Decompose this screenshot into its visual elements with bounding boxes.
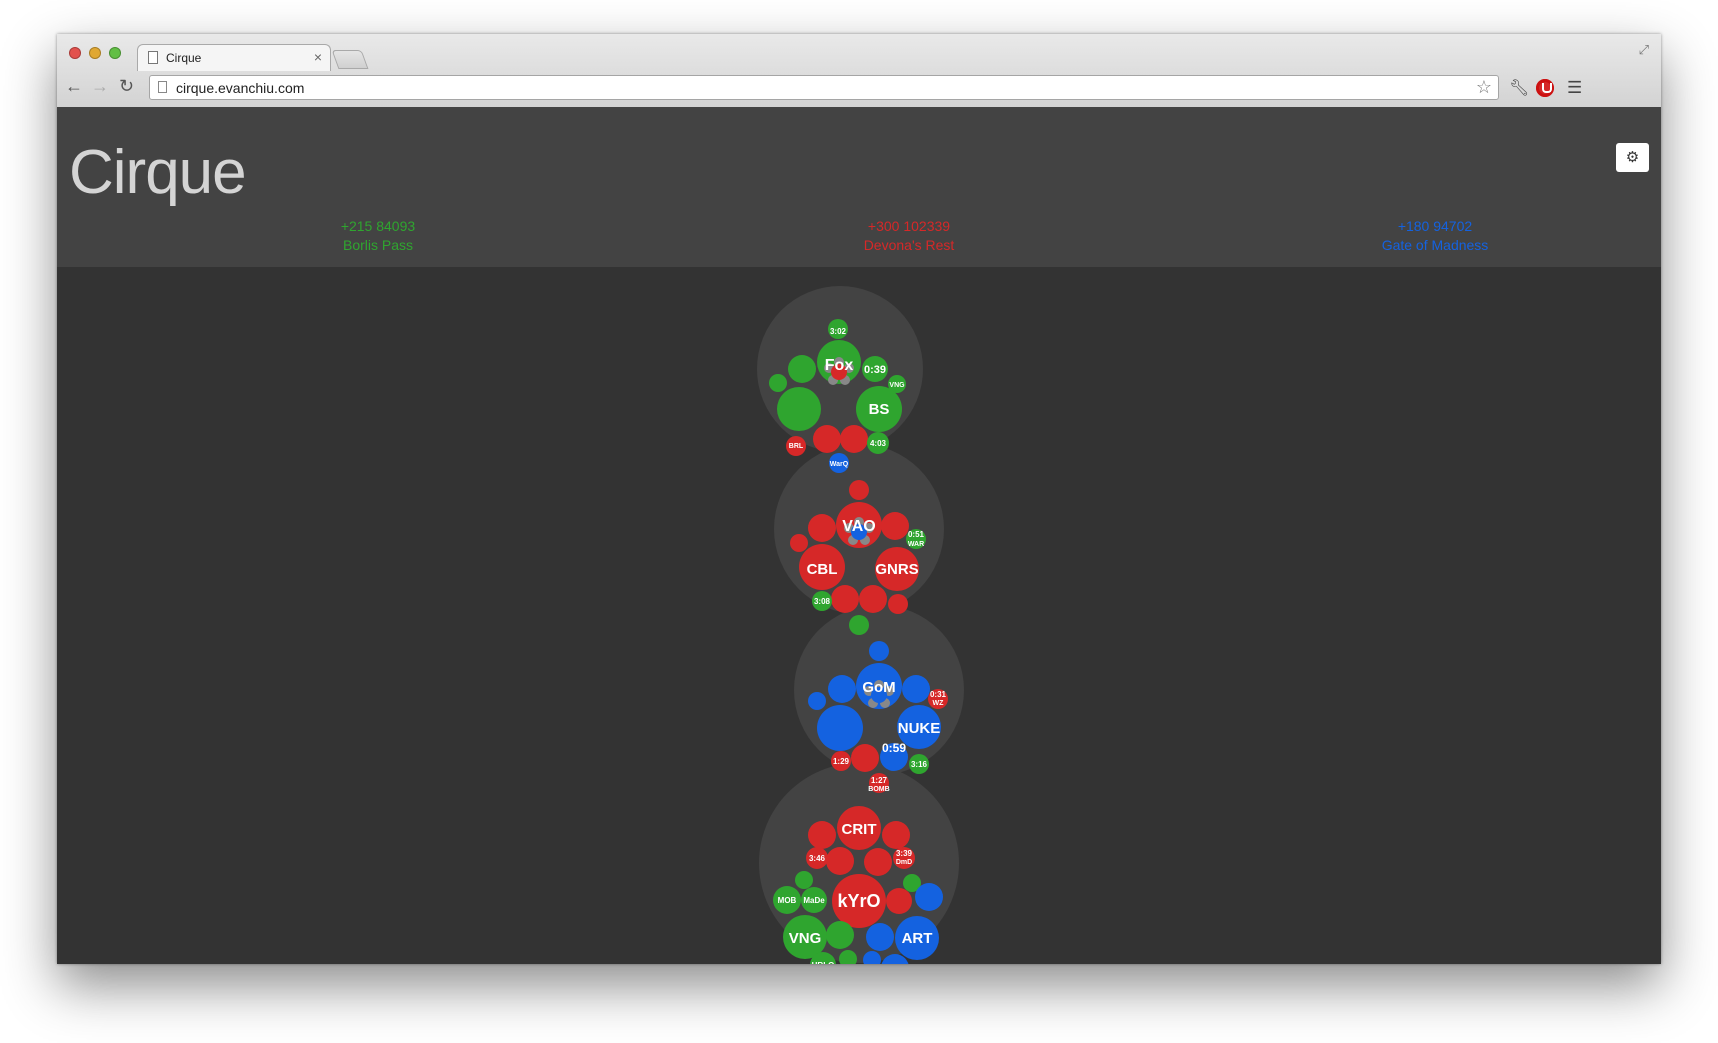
objective-label: GoM: [862, 679, 895, 696]
browser-tab[interactable]: Cirque ×: [137, 44, 331, 71]
objective-circle: [769, 374, 787, 392]
objective-circle: [826, 847, 854, 875]
objective-circle: [840, 425, 868, 453]
back-arrow-icon[interactable]: ←: [65, 76, 83, 97]
browser-chrome: Cirque × ⤢ ← → ↻ cirque.evanchiu.com ☆ 🔧…: [57, 34, 1661, 108]
objective-label: MOB: [778, 896, 797, 905]
tab-title: Cirque: [166, 51, 202, 65]
page-icon: [148, 51, 158, 64]
url-text[interactable]: cirque.evanchiu.com: [176, 80, 304, 96]
close-tab-icon[interactable]: ×: [314, 49, 322, 65]
objective-label: WAR: [908, 541, 924, 548]
page-content: Cirque ⚙ +215 84093 Borlis Pass +300 102…: [57, 107, 1661, 964]
objective-circle: [813, 425, 841, 453]
objective-label: 3:16: [911, 760, 928, 769]
objective-circle: [795, 871, 813, 889]
objective-circle: [859, 585, 887, 613]
new-tab-button[interactable]: [331, 50, 369, 69]
objective-circle: [866, 923, 894, 951]
objective-label: WarQ: [830, 461, 849, 468]
objective-circle: [826, 921, 854, 949]
window-minimize-button[interactable]: [89, 47, 101, 59]
objective-label: 0:39: [864, 364, 886, 376]
page-icon: [158, 81, 167, 93]
extension-icon[interactable]: [1536, 79, 1554, 97]
objective-label: 3:39: [896, 849, 913, 858]
objective-circle: [882, 821, 910, 849]
browser-window: Cirque × ⤢ ← → ↻ cirque.evanchiu.com ☆ 🔧…: [57, 34, 1661, 964]
objective-label: CBL: [807, 561, 838, 578]
objective-bubble-map: 3:02Fox 0:39VNGBS4:03BRLWarQVAO 0:51WARCBL…: [757, 286, 964, 964]
reload-icon[interactable]: ↻: [119, 76, 134, 97]
window-maximize-button[interactable]: [109, 47, 121, 59]
objective-circle: [864, 848, 892, 876]
objective-label: 3:46: [809, 854, 826, 863]
objective-circle: [902, 675, 930, 703]
objective-circle: [808, 821, 836, 849]
objective-circle: [881, 512, 909, 540]
objective-label: VNG: [789, 930, 822, 947]
objective-label: BRL: [789, 443, 804, 450]
forward-arrow-icon[interactable]: →: [91, 76, 109, 97]
window-close-button[interactable]: [69, 47, 81, 59]
menu-icon[interactable]: ☰: [1567, 78, 1582, 98]
objective-label: 3:02: [830, 327, 847, 336]
objective-label: HRLO: [812, 961, 835, 964]
objective-circle: [788, 355, 816, 383]
objective-circle: [831, 585, 859, 613]
objective-label: 0:51: [908, 530, 925, 539]
address-bar[interactable]: cirque.evanchiu.com ☆: [149, 75, 1499, 100]
objective-circle: [828, 675, 856, 703]
objective-label: VAO: [842, 518, 875, 535]
objective-label: 1:29: [833, 757, 850, 766]
objective-label: ART: [902, 930, 933, 947]
objective-label: VNG: [889, 382, 905, 389]
objective-label: CRIT: [842, 821, 877, 838]
objective-circle: [849, 480, 869, 500]
objective-label: Fox: [825, 357, 854, 374]
objective-circle: [817, 705, 863, 751]
objective-label: kYrO: [837, 891, 880, 911]
objective-circle: [808, 514, 836, 542]
browser-toolbar: ← → ↻ cirque.evanchiu.com ☆ 🔧︎ ☰: [57, 72, 1661, 107]
objective-label: 4:03: [870, 439, 887, 448]
objective-label: BS: [869, 401, 890, 418]
objective-label: GNRS: [875, 561, 918, 578]
objective-circle: [808, 692, 826, 710]
objective-label: 0:31: [930, 690, 947, 699]
objective-circle: [886, 888, 912, 914]
objective-label: WZ: [933, 700, 945, 707]
objective-label: BOMB: [868, 786, 889, 793]
fullscreen-icon[interactable]: ⤢: [1639, 42, 1649, 58]
objective-label: 3:08: [814, 597, 831, 606]
objective-label: 1:27: [871, 776, 888, 785]
objective-label: 0:59: [882, 741, 906, 755]
wrench-icon[interactable]: 🔧︎: [1509, 78, 1529, 98]
objective-label: DmD: [896, 859, 912, 866]
objective-circle: [777, 387, 821, 431]
objective-label: MaDe: [803, 896, 825, 905]
objective-circle: [790, 534, 808, 552]
objective-circle: [869, 641, 889, 661]
objective-label: NUKE: [898, 720, 941, 737]
star-icon[interactable]: ☆: [1476, 77, 1492, 98]
objective-circle: [888, 594, 908, 614]
objective-circle: [849, 615, 869, 635]
objective-circle: [851, 744, 879, 772]
objective-circle: [915, 883, 943, 911]
